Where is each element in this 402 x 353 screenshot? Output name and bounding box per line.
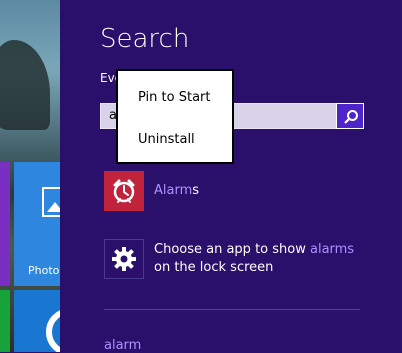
search-icon [344, 110, 358, 124]
search-suggestion[interactable]: alarm [104, 338, 141, 353]
result-lock-screen-setting[interactable]: Choose an app to show alarms on the lock… [104, 239, 354, 279]
result-alarms-label: Alarms [154, 183, 200, 198]
menu-item-pin-to-start[interactable]: Pin to Start [138, 90, 210, 105]
internet-explorer-icon [46, 308, 60, 352]
start-screen-backdrop: Photo [0, 0, 60, 352]
background-image [0, 40, 50, 130]
search-button[interactable] [336, 103, 364, 129]
result-lock-screen-label: Choose an app to show alarms on the lock… [154, 242, 355, 275]
results-divider [104, 309, 360, 310]
tile-internet-explorer[interactable] [14, 290, 60, 352]
tile-partial-green[interactable] [0, 290, 10, 352]
search-title: Search [100, 24, 190, 54]
tile-photos[interactable]: Photo [14, 162, 60, 286]
photo-icon [42, 187, 60, 217]
result-alarms[interactable]: Alarms [104, 171, 199, 211]
context-menu: Pin to Start Uninstall [116, 69, 234, 164]
search-pane: Search Eve a Alarms Choose an app to sho… [60, 0, 402, 353]
tile-partial-purple[interactable] [0, 162, 10, 286]
gear-icon [104, 239, 144, 279]
alarm-clock-icon [104, 171, 144, 211]
menu-item-uninstall[interactable]: Uninstall [138, 132, 195, 147]
tile-photos-label: Photo [28, 264, 60, 277]
